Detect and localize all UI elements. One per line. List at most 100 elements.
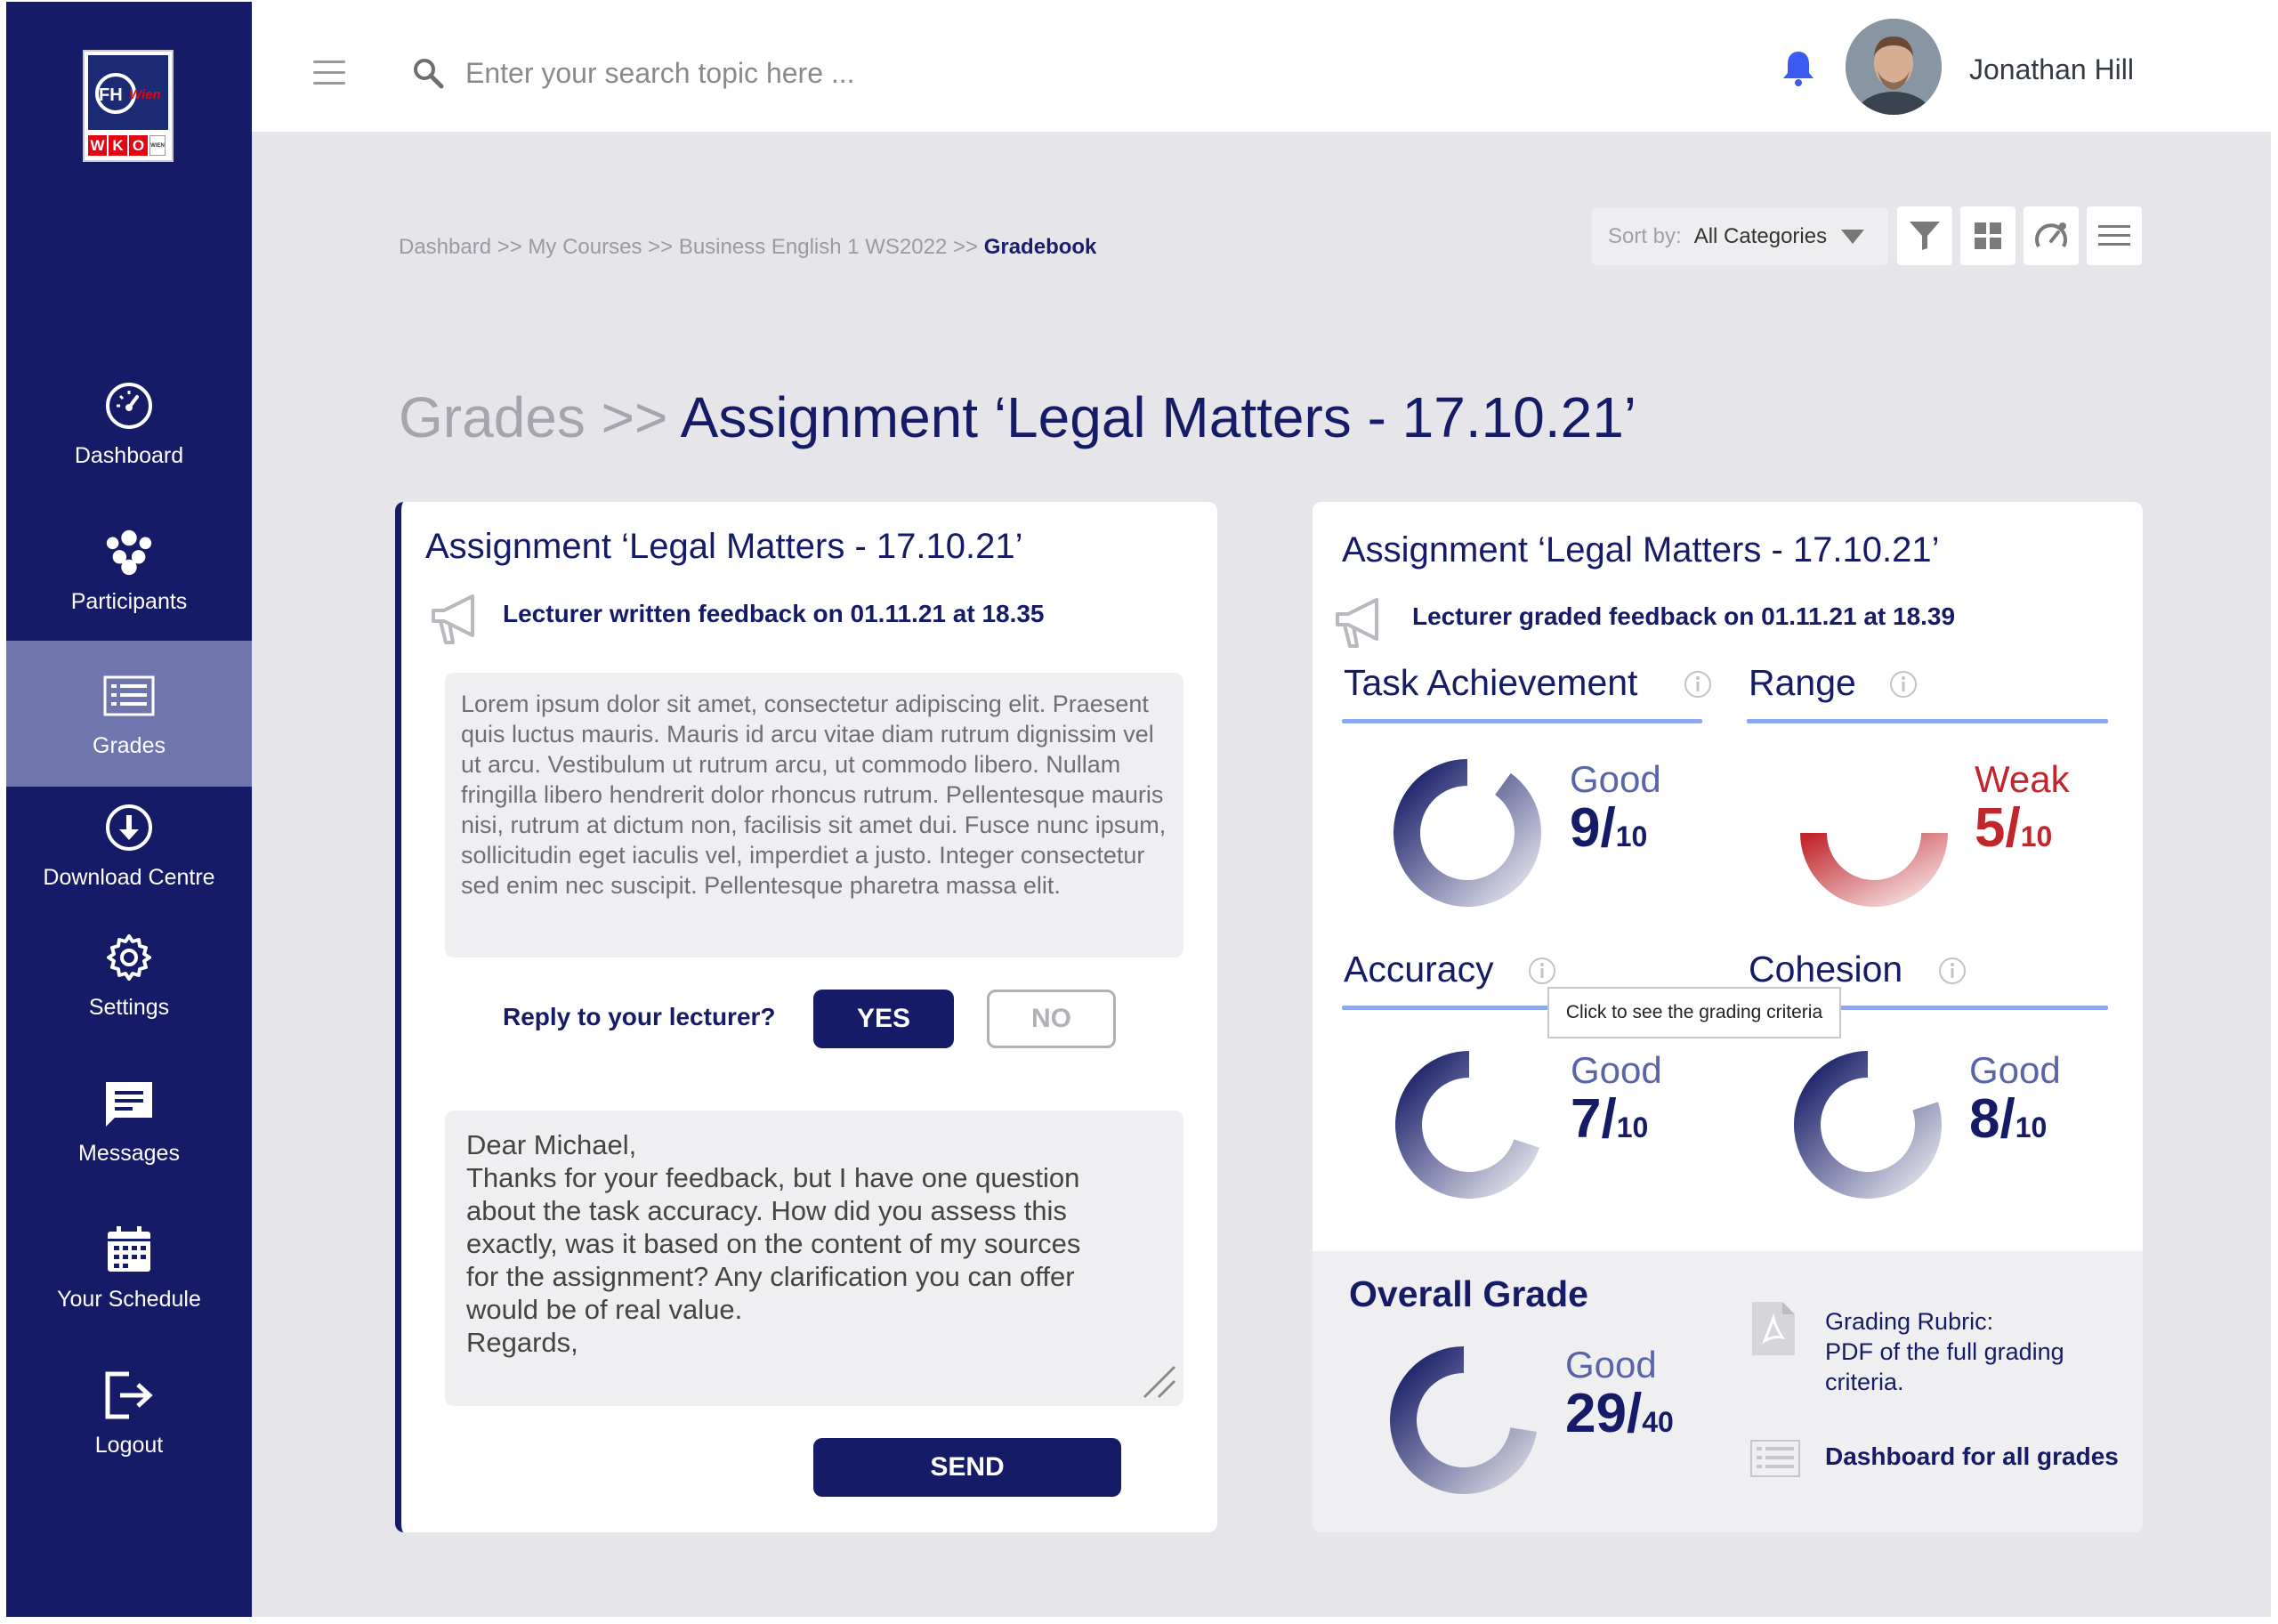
calendar-icon (102, 1223, 156, 1276)
grade-word: Weak (1975, 758, 2070, 800)
score-value: 7/ (1571, 1088, 1617, 1150)
sidebar-item-messages[interactable]: Messages (6, 1048, 252, 1194)
logo-letter: W (88, 135, 107, 156)
written-feedback-card: Assignment ‘Legal Matters - 17.10.21’ Le… (395, 502, 1217, 1532)
info-icon[interactable] (1527, 956, 1557, 986)
overall-grade-title: Overall Grade (1349, 1273, 1588, 1314)
score-max: 10 (1616, 1111, 1649, 1143)
breadcrumb: Dashbard >> My Courses >> Business Engli… (399, 235, 1096, 260)
rubric-line: criteria. (1825, 1369, 1904, 1395)
bell-icon[interactable] (1781, 48, 1816, 87)
sidebar-item-label: Participants (70, 588, 188, 614)
dashboard-all-grades-link[interactable]: Dashboard for all grades (1825, 1442, 2119, 1471)
info-icon[interactable] (1888, 669, 1919, 699)
grade-word: Good (1565, 1344, 1657, 1386)
grade-score: 5/10 (1975, 796, 2052, 860)
reply-textarea[interactable]: Dear Michael, Thanks for your feedback, … (445, 1111, 1183, 1406)
logout-icon (102, 1369, 156, 1422)
sidebar-item-settings[interactable]: Settings (6, 902, 252, 1048)
progress-view-button[interactable] (2024, 206, 2079, 265)
logo-top: FH Wien (88, 55, 168, 130)
grade-score: 29/40 (1565, 1382, 1674, 1445)
gradebook-list-icon[interactable] (1750, 1440, 1800, 1477)
breadcrumb-path[interactable]: Dashbard >> My Courses >> Business Engli… (399, 235, 984, 259)
gear-icon (102, 931, 156, 984)
sidebar-item-label: Messages (78, 1140, 180, 1166)
page-title-prefix[interactable]: Grades >> (399, 385, 681, 449)
gauge-range (1800, 832, 1948, 907)
grade-score: 7/10 (1571, 1087, 1648, 1151)
info-icon[interactable] (1683, 669, 1713, 699)
score-value: 29/ (1565, 1383, 1643, 1444)
no-button[interactable]: NO (987, 990, 1116, 1048)
logo-letter: K (109, 135, 127, 156)
info-icon[interactable] (1937, 956, 1967, 986)
sidebar-item-participants[interactable]: Participants (6, 497, 252, 642)
hamburger-menu-icon[interactable] (313, 61, 345, 85)
logo[interactable]: FH Wien W K O WIEN (83, 50, 174, 162)
page-title-main: Assignment ‘Legal Matters - 17.10.21’ (680, 385, 1636, 449)
card-title: Assignment ‘Legal Matters - 17.10.21’ (425, 527, 1023, 566)
score-value: 8/ (1969, 1088, 2015, 1150)
feedback-text: Lorem ipsum dolor sit amet, consectetur … (445, 673, 1183, 957)
list-view-button[interactable] (2087, 206, 2142, 265)
sidebar-item-logout[interactable]: Logout (6, 1340, 252, 1486)
score-max: 10 (2020, 820, 2053, 852)
criterion-title-task-achievement[interactable]: Task Achievement (1344, 662, 1637, 704)
filter-button[interactable] (1897, 206, 1952, 265)
sort-dropdown[interactable]: Sort by: All Categories (1592, 208, 1888, 265)
search-input[interactable] (465, 50, 999, 96)
score-max: 10 (2015, 1111, 2048, 1143)
pdf-file-icon[interactable] (1750, 1300, 1797, 1357)
reply-line: Dear Michael, (466, 1129, 637, 1160)
criterion-underline (1342, 719, 1702, 723)
sidebar: FH Wien W K O WIEN Dashboard Participant… (6, 2, 252, 1617)
gradebook-icon (102, 669, 156, 723)
sidebar-item-label: Your Schedule (57, 1286, 201, 1312)
send-button[interactable]: SEND (813, 1438, 1121, 1497)
sidebar-item-dashboard[interactable]: Dashboard (6, 351, 252, 497)
overall-grade-section: Overall Grade Good 29/40 Grading Rubric:… (1313, 1251, 2143, 1532)
grade-score: 9/10 (1570, 796, 1647, 860)
reply-line: Regards, (466, 1327, 578, 1358)
logo-letter: O (129, 135, 148, 156)
yes-button[interactable]: YES (813, 990, 954, 1048)
rubric-line: Grading Rubric: (1825, 1308, 1994, 1335)
app-frame: FH Wien W K O WIEN Dashboard Participant… (6, 2, 2271, 1617)
gauge-cohesion (1794, 1051, 1942, 1199)
breadcrumb-current[interactable]: Gradebook (984, 235, 1097, 259)
criterion-title-range[interactable]: Range (1749, 662, 1856, 704)
criterion-title-cohesion[interactable]: Cohesion (1749, 949, 1902, 990)
grid-view-button[interactable] (1960, 206, 2015, 265)
logo-letters: W K O WIEN (88, 135, 166, 156)
gauge-accuracy (1395, 1051, 1539, 1199)
gauge-overall (1390, 1346, 1537, 1494)
gauge-arc (1395, 1051, 1539, 1199)
top-bar: Jonathan Hill (252, 2, 2271, 132)
gauge-arc (1393, 759, 1541, 907)
score-max: 40 (1642, 1406, 1674, 1438)
sidebar-item-label: Logout (94, 1432, 164, 1458)
sidebar-item-label: Grades (93, 732, 166, 758)
grade-score: 8/10 (1969, 1087, 2047, 1151)
avatar[interactable] (1846, 19, 1942, 115)
search-icon[interactable] (412, 57, 444, 89)
group-icon (102, 525, 156, 578)
reply-prompt: Reply to your lecturer? (503, 1003, 776, 1030)
grading-rubric-link[interactable]: Grading Rubric: PDF of the full grading … (1825, 1306, 2064, 1397)
sort-value: All Categories (1693, 224, 1828, 248)
resize-handle-icon[interactable] (1141, 1363, 1176, 1399)
criterion-title-accuracy[interactable]: Accuracy (1344, 949, 1494, 990)
sidebar-item-download-centre[interactable]: Download Centre (6, 772, 252, 918)
rubric-line: PDF of the full grading (1825, 1338, 2064, 1365)
sidebar-item-grades[interactable]: Grades (6, 641, 252, 787)
reply-line: would be of real value. (466, 1294, 743, 1325)
sidebar-item-label: Download Centre (43, 864, 215, 890)
gauge-icon (2035, 222, 2067, 247)
grade-word: Good (1571, 1049, 1662, 1091)
filter-icon (1910, 222, 1940, 250)
sidebar-item-your-schedule[interactable]: Your Schedule (6, 1194, 252, 1340)
user-name[interactable]: Jonathan Hill (1969, 53, 2134, 86)
gauge-arc (1794, 1051, 1942, 1199)
card-title: Assignment ‘Legal Matters - 17.10.21’ (1342, 530, 1940, 570)
